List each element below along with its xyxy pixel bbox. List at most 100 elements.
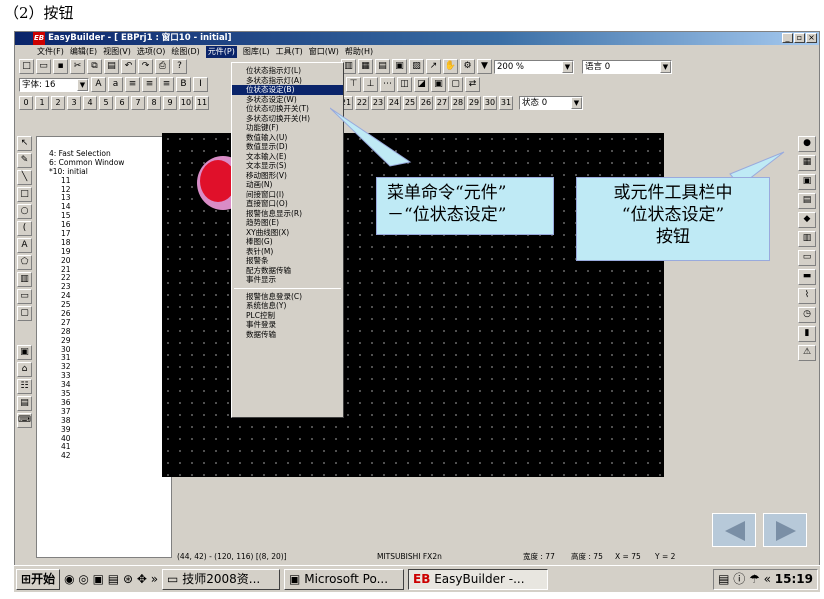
menu-item[interactable]: 事件显示: [232, 275, 343, 285]
restore-icon[interactable]: ▫: [794, 33, 805, 43]
tree-item[interactable]: 11: [45, 176, 171, 185]
open-icon[interactable]: ▭: [36, 59, 51, 74]
layer-tab-2[interactable]: 2: [51, 95, 65, 110]
arc-icon[interactable]: (: [17, 221, 32, 236]
tree-item[interactable]: 13: [45, 193, 171, 203]
new-file-icon[interactable]: □: [19, 59, 34, 74]
tree-item[interactable]: 28: [45, 327, 171, 336]
tree-item[interactable]: 41: [45, 442, 171, 451]
keyboard-icon[interactable]: ⌨: [17, 413, 32, 428]
picture-icon[interactable]: ▣: [17, 345, 32, 360]
tree-item[interactable]: 24: [45, 291, 171, 300]
tree-item[interactable]: 17: [45, 229, 171, 238]
menu-item[interactable]: 数据传输: [232, 330, 343, 340]
bit-lamp-icon[interactable]: ●: [798, 136, 816, 152]
menu-item[interactable]: 动画(N): [232, 180, 343, 190]
distribute-icon[interactable]: ⋯: [380, 77, 395, 92]
menu-item[interactable]: 多状态指示灯(A): [232, 76, 343, 86]
grid-icon[interactable]: ▦: [358, 59, 373, 74]
undo-icon[interactable]: ↶: [121, 59, 136, 74]
tree-item[interactable]: 6: Common Window: [45, 158, 171, 167]
layer-tab-5[interactable]: 5: [99, 95, 113, 110]
tree-item[interactable]: 27: [45, 318, 171, 327]
language-select[interactable]: 语言 0 ▼: [582, 59, 672, 74]
polygon-icon[interactable]: ⬠: [17, 255, 32, 270]
menu-8[interactable]: 窗口(W): [309, 46, 339, 58]
tree-item[interactable]: 23: [45, 282, 171, 291]
tree-item[interactable]: 31: [45, 353, 171, 363]
zoom-select[interactable]: 200 % ▼: [494, 59, 574, 74]
pointer-icon[interactable]: ↗: [426, 59, 441, 74]
hand-icon[interactable]: ✋: [443, 59, 458, 74]
tree-item[interactable]: 16: [45, 220, 171, 229]
menu-item[interactable]: 报警条: [232, 256, 343, 266]
menu-7[interactable]: 工具(T): [276, 46, 303, 58]
pen-icon[interactable]: ✎: [17, 153, 32, 168]
tree-item[interactable]: 38: [45, 416, 171, 425]
tree-item[interactable]: 12: [45, 185, 171, 194]
menu-item[interactable]: 直接窗口(O): [232, 199, 343, 209]
font-grow-icon[interactable]: A: [91, 77, 106, 92]
menu-item[interactable]: 配方数据传输: [232, 266, 343, 276]
tree-item[interactable]: 14: [45, 202, 171, 211]
back-icon[interactable]: ▢: [448, 77, 463, 92]
italic-icon[interactable]: I: [193, 77, 208, 92]
front-icon[interactable]: ▣: [431, 77, 446, 92]
menu-item[interactable]: 棒图(G): [232, 237, 343, 247]
tree-item[interactable]: 37: [45, 407, 171, 416]
window-icon[interactable]: ▣: [392, 59, 407, 74]
tree-item[interactable]: 39: [45, 425, 171, 434]
ungroup-icon[interactable]: ◪: [414, 77, 429, 92]
bar-graph-icon[interactable]: ▮: [798, 326, 816, 342]
tree-item[interactable]: 25: [45, 300, 171, 309]
alarm-icon[interactable]: ⚠: [798, 345, 816, 361]
taskbar-item-powerpoint[interactable]: ▣ Microsoft Po...: [284, 568, 405, 590]
tree-item[interactable]: 20: [45, 256, 171, 265]
trend-icon[interactable]: ⌇: [798, 288, 816, 304]
minimize-icon[interactable]: _: [782, 33, 793, 43]
tree-item[interactable]: *10: initial: [45, 167, 171, 176]
menu-item[interactable]: 文本显示(S): [232, 161, 343, 171]
multi-lamp-icon[interactable]: ▦: [798, 155, 816, 171]
menu-item[interactable]: 数值显示(D): [232, 142, 343, 152]
menu-item[interactable]: 功能键(F): [232, 123, 343, 133]
image-icon[interactable]: ▨: [409, 59, 424, 74]
tree-item[interactable]: 29: [45, 336, 171, 345]
menu-item[interactable]: 位状态切换开关(T): [232, 104, 343, 114]
quicklaunch-icons[interactable]: ◉ ◎ ▣ ▤ ⊛ ✥ »: [64, 572, 158, 586]
menu-4[interactable]: 绘图(D): [171, 46, 199, 58]
menu-item[interactable]: 趋势图(E): [232, 218, 343, 228]
tree-item[interactable]: 33: [45, 371, 171, 380]
multi-set-icon[interactable]: ▤: [798, 193, 816, 209]
menu-item[interactable]: 位状态设定(B): [232, 85, 343, 95]
tree-item[interactable]: 34: [45, 380, 171, 389]
tree-item[interactable]: 19: [45, 247, 171, 256]
taskbar-item-easybuilder[interactable]: EB EasyBuilder -...: [408, 568, 549, 590]
copy-icon[interactable]: ⧉: [87, 59, 102, 74]
tree-item[interactable]: 35: [45, 389, 171, 398]
menu-1[interactable]: 编辑(E): [70, 46, 97, 58]
menu-2[interactable]: 视图(V): [103, 46, 131, 58]
close-icon[interactable]: ×: [806, 33, 817, 43]
save-icon[interactable]: ▪: [53, 59, 68, 74]
layer-tab-9[interactable]: 9: [163, 95, 177, 110]
meter-icon[interactable]: ◷: [798, 307, 816, 323]
numeric-display-icon[interactable]: ▬: [798, 269, 816, 285]
menu-item[interactable]: 文本输入(E): [232, 152, 343, 162]
menu-item[interactable]: 多状态切换开关(H): [232, 114, 343, 124]
tree-item[interactable]: 26: [45, 309, 171, 318]
layer-tab-3[interactable]: 3: [67, 95, 81, 110]
function-key-icon[interactable]: ▥: [798, 231, 816, 247]
align-center-icon[interactable]: ≡: [142, 77, 157, 92]
taskbar-item-folder[interactable]: ▭ 技师2008资...: [162, 568, 281, 590]
tree-item[interactable]: 4: Fast Selection: [45, 149, 171, 158]
bold-icon[interactable]: B: [176, 77, 191, 92]
flip-icon[interactable]: ⇄: [465, 77, 480, 92]
paste-icon[interactable]: ▤: [104, 59, 119, 74]
tree-item[interactable]: 42: [45, 451, 171, 460]
menu-item[interactable]: 事件登录: [232, 320, 343, 330]
circle-icon[interactable]: ○: [17, 204, 32, 219]
menu-item[interactable]: 多状态设定(W): [232, 95, 343, 105]
menu-item[interactable]: 报警信息登录(C): [232, 292, 343, 302]
frame-icon[interactable]: ▢: [17, 306, 32, 321]
